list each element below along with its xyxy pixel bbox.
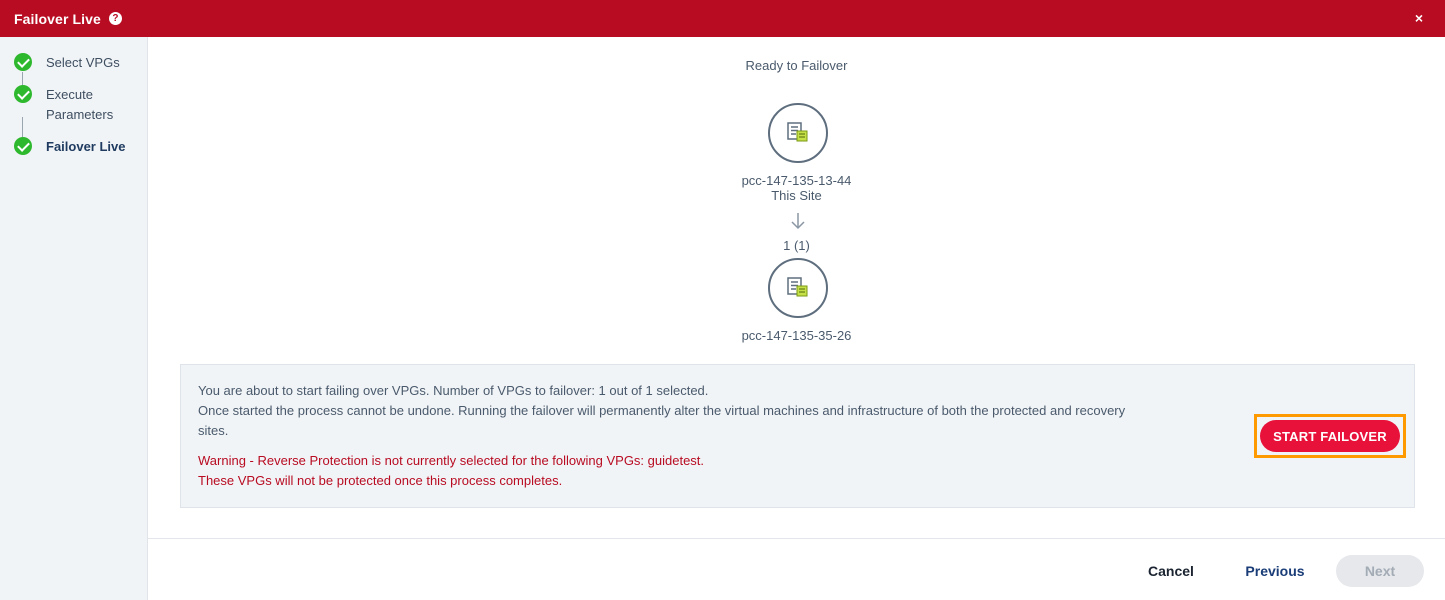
next-button[interactable]: Next: [1336, 555, 1424, 587]
step-connector: [22, 117, 23, 137]
target-site-node: [768, 258, 828, 318]
step-select-vpgs[interactable]: Select VPGs: [14, 53, 120, 73]
step-label: Select VPGs: [46, 55, 120, 70]
step-connector: [22, 72, 23, 86]
step-label: Execute Parameters: [46, 87, 114, 122]
step-execute-parameters[interactable]: Execute Parameters: [14, 85, 113, 125]
close-icon[interactable]: ×: [1413, 10, 1425, 26]
check-icon: [14, 53, 32, 71]
info-text: Once started the process cannot be undon…: [198, 403, 1126, 438]
info-text: You are about to start failing over VPGs…: [198, 383, 709, 398]
site-icon: [787, 277, 808, 297]
target-site-name: pcc-147-135-35-26: [741, 328, 852, 343]
previous-button[interactable]: Previous: [1240, 555, 1310, 587]
failover-info-box: You are about to start failing over VPGs…: [180, 364, 1415, 508]
step-label: Failover Live: [46, 139, 126, 154]
step-failover-live[interactable]: Failover Live: [14, 137, 125, 157]
arrow-down-icon: [791, 213, 805, 230]
start-failover-button[interactable]: START FAILOVER: [1260, 420, 1400, 452]
source-site-node: [768, 103, 828, 163]
source-site-sublabel: This Site: [771, 188, 822, 203]
warning-text: These VPGs will not be protected once th…: [198, 473, 563, 488]
status-text: Ready to Failover: [745, 58, 848, 73]
dialog-title: Failover Live: [14, 10, 101, 27]
check-icon: [14, 137, 32, 155]
vpg-count: 1 (1): [783, 238, 810, 253]
start-failover-highlight: START FAILOVER: [1254, 414, 1406, 458]
dialog-header: Failover Live ? ×: [0, 0, 1445, 37]
source-site-name: pcc-147-135-13-44: [741, 173, 852, 188]
main-panel: Ready to Failover pcc-147-135-13-44 This…: [148, 37, 1445, 600]
site-icon: [787, 122, 808, 142]
wizard-steps: Select VPGs Execute Parameters Failover …: [0, 37, 148, 600]
check-icon: [14, 85, 32, 103]
footer-divider: [148, 538, 1445, 539]
warning-text: Warning - Reverse Protection is not curr…: [198, 453, 705, 468]
cancel-button[interactable]: Cancel: [1136, 555, 1206, 587]
help-icon[interactable]: ?: [108, 12, 122, 25]
